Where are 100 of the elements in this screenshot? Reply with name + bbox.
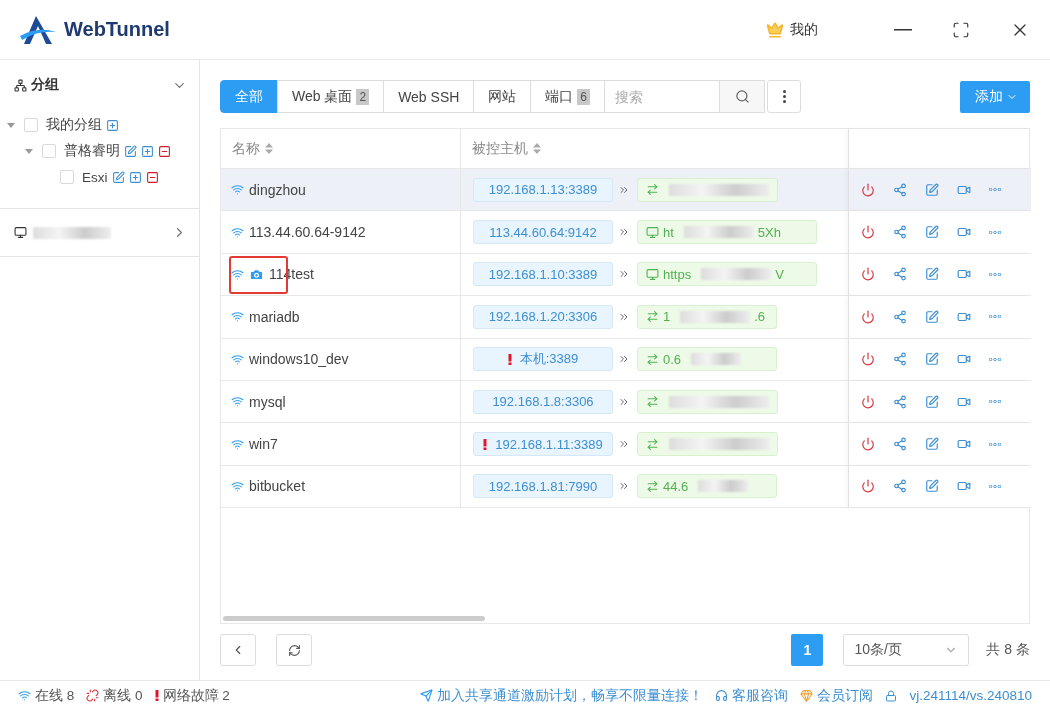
search-button[interactable] — [720, 80, 766, 113]
host-name: mysql — [249, 393, 286, 410]
host-address-tag: 192.168.1.13:3389 — [473, 177, 613, 202]
add-icon[interactable] — [141, 144, 154, 158]
refresh-button[interactable] — [276, 634, 312, 666]
edit-icon[interactable] — [124, 144, 137, 158]
power-icon — [861, 267, 875, 282]
broken-link-icon — [86, 689, 100, 702]
swap-arrows-icon — [646, 395, 659, 409]
host-address-tag: 192.168.1.8:3306 — [473, 389, 613, 414]
host-name: win7 — [249, 436, 278, 453]
ellipsis-icon — [989, 315, 1001, 319]
search-field[interactable]: 搜索 — [604, 80, 721, 113]
swap-arrows-icon — [646, 479, 659, 493]
exclamation-icon — [507, 353, 512, 365]
maximize-button[interactable] — [952, 20, 970, 39]
scrollbar[interactable] — [223, 616, 485, 621]
share-icon — [893, 479, 907, 494]
share-icon — [893, 182, 907, 197]
group-label[interactable]: 我的分组 — [46, 116, 102, 134]
monitor-icon — [14, 226, 27, 239]
refresh-icon — [287, 643, 301, 657]
edit-icon — [925, 394, 939, 409]
ellipsis-icon — [989, 230, 1001, 234]
wifi-icon — [231, 310, 244, 324]
host-address-tag: 本机:3389 — [473, 347, 613, 372]
remove-icon[interactable] — [158, 144, 171, 158]
add-icon[interactable] — [106, 118, 119, 132]
edit-icon — [925, 437, 939, 452]
offline-count: 离线 0 — [103, 686, 143, 705]
power-icon — [861, 182, 875, 197]
membership-link[interactable]: 会员订阅 — [817, 686, 874, 705]
share-icon — [893, 267, 907, 282]
minimize-button[interactable] — [894, 28, 912, 31]
host-name: mariadb — [249, 308, 300, 325]
wifi-icon — [231, 479, 244, 493]
support-link[interactable]: 客服咨询 — [732, 686, 789, 705]
edit-icon — [925, 352, 939, 367]
checkbox[interactable] — [24, 118, 38, 132]
swap-arrows-icon — [646, 437, 659, 451]
power-icon — [861, 437, 875, 452]
monitor-icon — [646, 225, 659, 239]
more-button[interactable] — [767, 80, 802, 113]
promo-link[interactable]: 加入共享通道激励计划，畅享不限量连接！ — [437, 686, 704, 705]
host-name: windows10_dev — [249, 351, 349, 368]
share-icon — [893, 225, 907, 240]
count-badge: 2 — [356, 88, 370, 105]
filter-tab[interactable]: 网站 — [473, 80, 532, 113]
group-label[interactable]: Esxi — [82, 169, 108, 185]
expand-caret-icon[interactable] — [6, 120, 16, 130]
edit-icon — [925, 309, 939, 324]
column-header[interactable]: 被控主机 — [472, 139, 528, 158]
ellipsis-icon — [989, 400, 1001, 404]
target-tag: 44.6 — [637, 474, 777, 499]
ellipsis-icon — [989, 357, 1001, 361]
gem-icon — [800, 689, 814, 702]
column-header[interactable]: 名称 — [232, 139, 260, 158]
checkbox[interactable] — [60, 170, 74, 184]
share-icon — [893, 309, 907, 324]
ellipsis-icon — [989, 272, 1001, 276]
swap-arrows-icon — [646, 310, 659, 324]
lock-icon — [885, 689, 898, 702]
version-link[interactable]: vj.241114/vs.240810 — [909, 688, 1032, 703]
headphones-icon — [715, 689, 729, 702]
edit-icon — [925, 225, 939, 240]
wifi-icon — [231, 352, 244, 366]
filter-tab[interactable]: Web SSH — [383, 80, 475, 113]
hierarchy-icon — [14, 78, 27, 92]
wifi-icon — [231, 437, 244, 451]
host-address-tag: 192.168.1.11:3389 — [473, 432, 613, 457]
add-icon[interactable] — [128, 170, 142, 184]
wifi-icon — [231, 183, 244, 197]
page-size-select[interactable]: 10条/页 — [843, 634, 970, 666]
ellipsis-icon — [989, 188, 1001, 192]
expand-caret-icon[interactable] — [24, 146, 34, 156]
power-icon — [861, 479, 875, 494]
host-address-tag: 192.168.1.20:3306 — [473, 304, 613, 329]
host-name: dingzhou — [249, 181, 306, 198]
count-badge: 6 — [577, 88, 591, 105]
ellipsis-icon — [989, 484, 1001, 488]
edit-icon — [925, 267, 939, 282]
host-address-tag: 192.168.1.81:7990 — [473, 474, 613, 499]
online-count: 在线 8 — [35, 686, 75, 705]
ellipsis-icon — [989, 442, 1001, 446]
remove-icon[interactable] — [145, 170, 159, 184]
sort-icon[interactable] — [533, 143, 541, 154]
edit-icon[interactable] — [111, 170, 125, 184]
monitor-icon — [646, 267, 659, 281]
exclamation-icon — [154, 690, 159, 701]
share-icon — [893, 394, 907, 409]
checkbox[interactable] — [42, 144, 56, 158]
group-label[interactable]: 普格睿明 — [64, 142, 120, 160]
share-icon — [893, 352, 907, 367]
sort-icon[interactable] — [265, 143, 273, 154]
filter-tab[interactable]: Web 桌面 2 — [277, 80, 385, 113]
swap-arrows-icon — [646, 183, 659, 197]
wifi-icon — [18, 689, 31, 702]
filter-tab[interactable]: 端口 6 — [530, 80, 606, 113]
host-address-tag: 113.44.60.64:9142 — [473, 220, 613, 245]
user-menu[interactable]: 我的 — [790, 20, 818, 39]
